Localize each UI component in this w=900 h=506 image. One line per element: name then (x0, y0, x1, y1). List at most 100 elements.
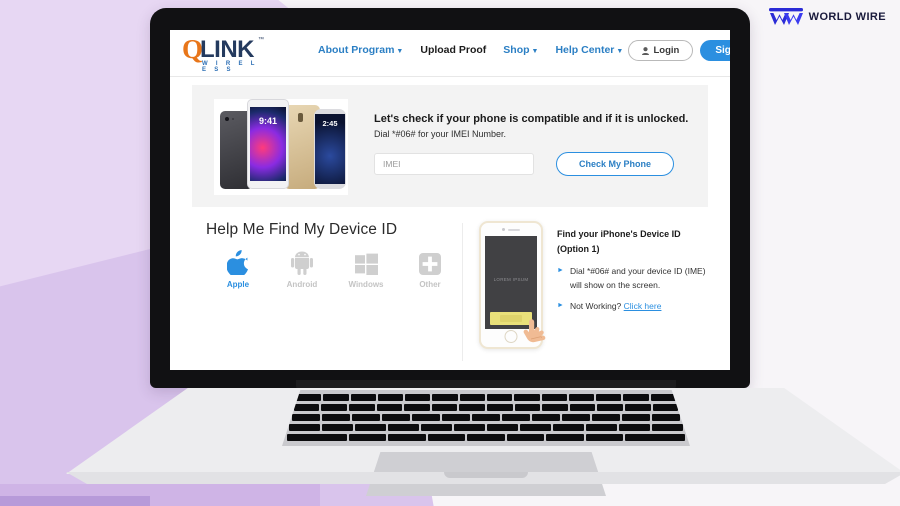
chevron-down-icon: ▼ (616, 48, 624, 55)
keyboard-key (502, 414, 531, 421)
site-header: Q LINK ™ W I R E L E S S About Program ▼ … (170, 30, 730, 77)
keyboard-key (467, 434, 505, 441)
login-button-label: Login (653, 45, 680, 56)
logo-trademark: ™ (258, 37, 264, 43)
device-tab-apple[interactable]: Apple (206, 249, 270, 289)
keyboard-key (321, 404, 348, 411)
device-tab-other[interactable]: Other (398, 249, 462, 289)
keyboard-key (514, 404, 541, 411)
check-my-phone-button[interactable]: Check My Phone (556, 152, 675, 176)
keyboard-key (651, 424, 683, 431)
device-tab-windows[interactable]: Windows (334, 249, 398, 289)
laptop-keyboard (282, 390, 690, 446)
keyboard-key (597, 404, 623, 411)
banner-text-block: Let's check if your phone is compatible … (374, 113, 692, 176)
phone-speaker (508, 228, 520, 231)
keyboard-key (355, 424, 387, 431)
device-id-section: Help Me Find My Device ID Apple Android … (170, 207, 730, 370)
keyboard-key (585, 434, 623, 441)
keyboard-key (487, 424, 518, 431)
phone-white-iphone: 9:41 (247, 99, 289, 189)
keyboard-key (552, 424, 584, 431)
chevron-down-icon: ▼ (396, 48, 404, 55)
keyboard-key (650, 394, 676, 401)
instructions-heading-line1: Find your iPhone's Device ID (557, 229, 681, 239)
keyboard-key (487, 404, 513, 411)
keyboard-key (291, 414, 320, 421)
laptop-front-notch (444, 472, 528, 478)
keyboard-key (471, 414, 501, 421)
phone-white-time: 9:41 (258, 116, 277, 126)
keyboard-key (427, 434, 466, 441)
chevron-down-icon: ▼ (531, 48, 539, 55)
nav-item-about-program[interactable]: About Program ▼ (318, 44, 403, 56)
phone-home-button (504, 330, 518, 343)
windows-icon (334, 249, 398, 275)
instructions-heading-line2: (Option 1) (557, 244, 600, 254)
keyboard-key (487, 394, 513, 401)
click-here-link[interactable]: Click here (624, 301, 662, 311)
phone-silver-samsung: 2:45 (314, 109, 346, 189)
keyboard-row (287, 434, 685, 443)
background-bottom-accent (0, 496, 150, 506)
logo-link-text: LINK (200, 36, 255, 63)
phones-collage-image: 2:45 9:41 (214, 99, 348, 195)
device-tab-android[interactable]: Android (270, 249, 334, 289)
keyboard-key (506, 434, 545, 441)
login-button[interactable]: Login (628, 40, 694, 61)
laptop-lid: Q LINK ™ W I R E L E S S About Program ▼ … (150, 8, 750, 388)
keyboard-key (546, 434, 584, 441)
nav-item-shop[interactable]: Shop ▼ (503, 44, 538, 56)
device-id-right-column: LOREM IPSUM Find your iPhone's Device ID… (479, 221, 730, 370)
keyboard-key (585, 424, 617, 431)
keyboard-key (411, 414, 440, 421)
phone-camera-dot (502, 228, 505, 231)
laptop-base (66, 380, 900, 496)
keyboard-key (293, 404, 320, 411)
keyboard-key (541, 394, 567, 401)
keyboard-key (376, 404, 403, 411)
section-title: Help Me Find My Device ID (206, 221, 398, 238)
keyboard-key (441, 414, 470, 421)
keyboard-key (351, 414, 380, 421)
not-working-label: Not Working? (569, 301, 622, 311)
keyboard-key (532, 414, 561, 421)
keyboard-key (569, 404, 596, 411)
keyboard-key (296, 394, 322, 401)
keyboard-key (323, 394, 349, 401)
keyboard-key (519, 424, 551, 431)
signup-button[interactable]: Sign (700, 40, 730, 61)
triangle-bullet-icon: ► (557, 302, 564, 309)
main-navigation: About Program ▼ Upload Proof Shop ▼ Help C… (318, 44, 623, 56)
device-tab-windows-label: Windows (348, 280, 384, 289)
nav-item-upload-proof[interactable]: Upload Proof (420, 44, 486, 56)
user-lock-icon (642, 46, 650, 55)
triangle-bullet-icon: ► (557, 267, 564, 274)
keyboard-key (652, 404, 679, 411)
keyboard-key (349, 434, 387, 441)
nav-item-help-center[interactable]: Help Center ▼ (555, 44, 623, 56)
keyboard-row (291, 414, 681, 423)
instruction-bullet-1: ► Dial *#06# and your device ID (IME) wi… (557, 264, 712, 292)
device-tab-other-label: Other (419, 280, 441, 289)
imei-input[interactable]: IMEI (374, 153, 534, 175)
keyboard-key (596, 394, 622, 401)
keyboard-key (432, 394, 458, 401)
banner-subheading: Dial *#06# for your IMEI Number. (374, 129, 507, 139)
keyboard-key (542, 404, 568, 411)
device-id-left-column: Help Me Find My Device ID Apple Android … (170, 221, 462, 370)
banner-heading: Let's check if your phone is compatible … (374, 113, 689, 125)
laptop-screen: Q LINK ™ W I R E L E S S About Program ▼ … (170, 30, 730, 370)
keyboard-key (350, 394, 376, 401)
keyboard-key (289, 424, 321, 431)
keyboard-row (296, 394, 676, 403)
keyboard-key (459, 394, 485, 401)
apple-icon (206, 249, 270, 275)
keyboard-key (321, 414, 350, 421)
qlink-logo[interactable]: Q LINK ™ W I R E L E S S (182, 35, 268, 74)
device-os-tabs: Apple Android Windows Other (206, 249, 462, 289)
hand-pointing-icon (523, 319, 546, 343)
iphone-with-hand-icon: LOREM IPSUM (479, 221, 546, 349)
instruction-bullet-2: ► Not Working? Click here (557, 299, 712, 313)
phone-screen-text: LOREM IPSUM (493, 276, 529, 282)
